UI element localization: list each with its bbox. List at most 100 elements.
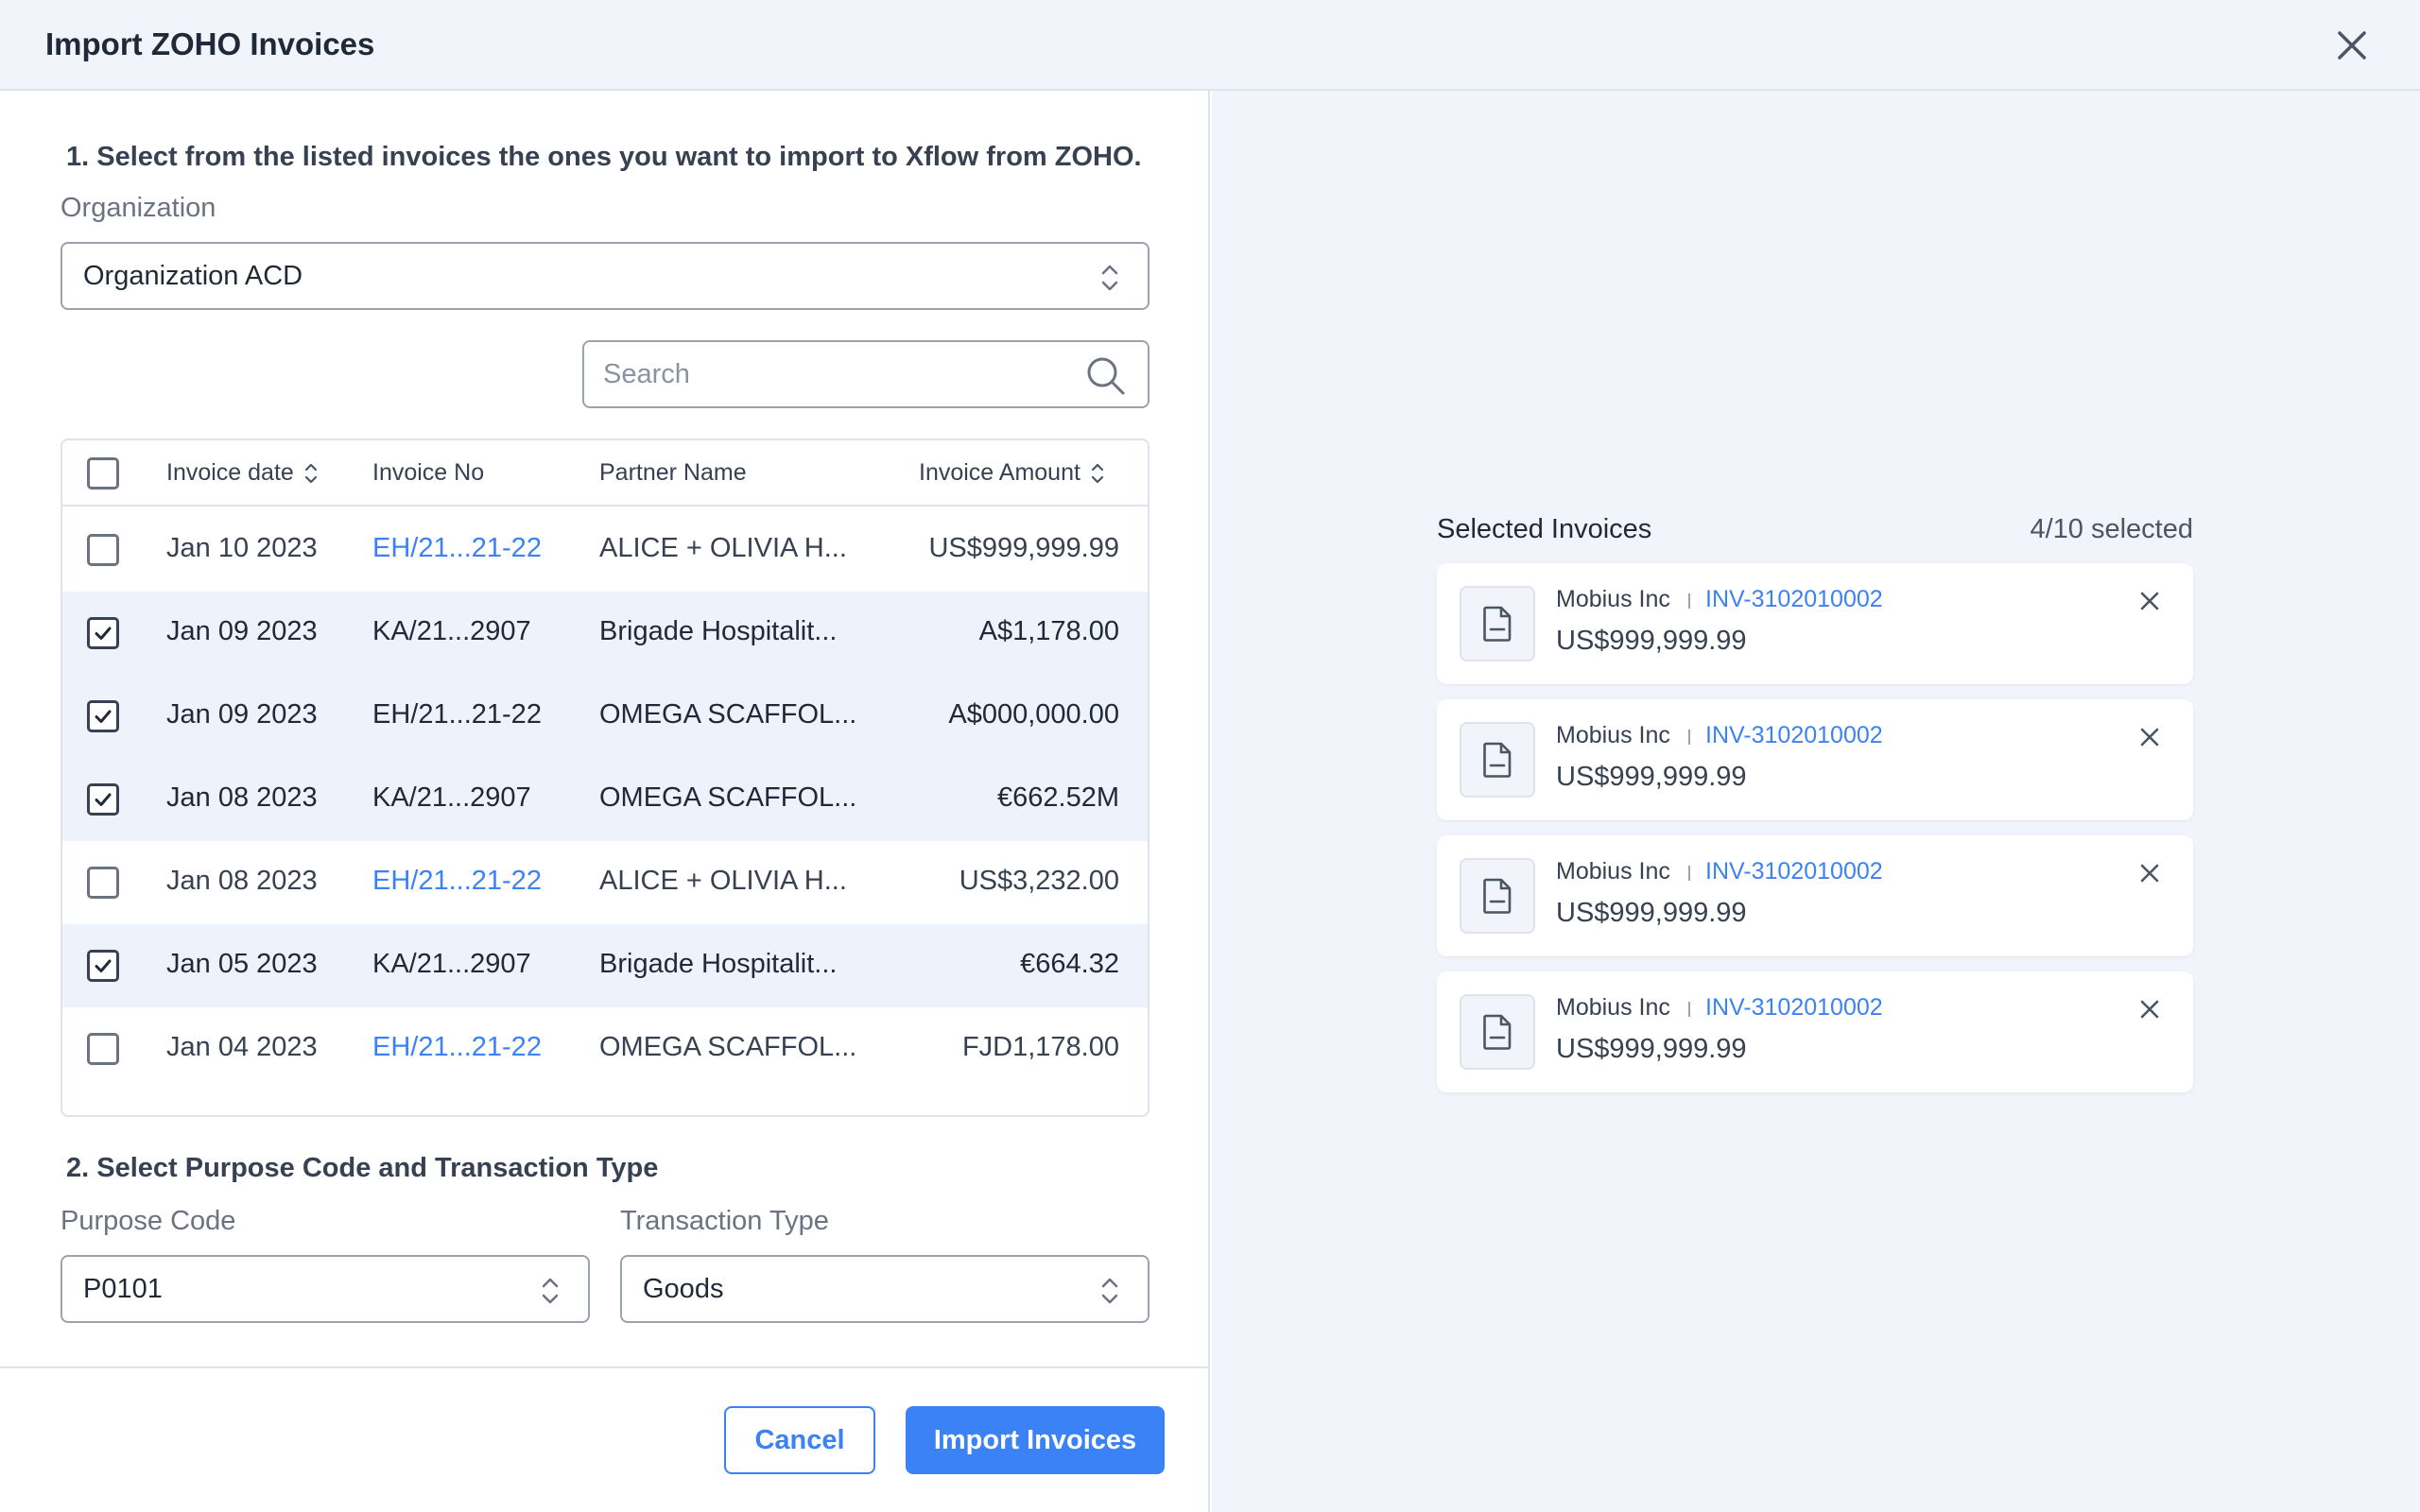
partner-name: ALICE + OLIVIA H...	[599, 533, 847, 563]
document-icon	[1483, 606, 1512, 642]
table-row[interactable]: Jan 08 2023 KA/21...2907 OMEGA SCAFFOL..…	[62, 758, 1148, 841]
selected-partner-name: Mobius Inc	[1556, 722, 1670, 748]
modal-title: Import ZOHO Invoices	[45, 26, 375, 61]
modal-header: Import ZOHO Invoices	[0, 0, 2420, 91]
selected-count: 4/10 selected	[2030, 514, 2193, 544]
selected-invoice-card: Mobius Inc INV-3102010002 US$999,999.99	[1437, 971, 2193, 1092]
selected-invoices-title: Selected Invoices	[1437, 514, 1652, 544]
transaction-type-select[interactable]: Goods	[620, 1255, 1150, 1323]
organization-value: Organization ACD	[83, 260, 303, 291]
invoice-date: Jan 09 2023	[166, 699, 318, 730]
row-checkbox[interactable]	[87, 534, 119, 566]
selected-partner-name: Mobius Inc	[1556, 586, 1670, 612]
transaction-type-value: Goods	[643, 1273, 724, 1304]
invoice-number-link[interactable]: EH/21...21-22	[372, 699, 542, 730]
invoice-amount: A$000,000.00	[948, 699, 1119, 730]
selected-invoice-number-link[interactable]: INV-3102010002	[1705, 858, 1883, 885]
column-partner-name-label: Partner Name	[599, 459, 747, 486]
selected-invoice-number-link[interactable]: INV-3102010002	[1705, 586, 1883, 613]
document-icon	[1483, 742, 1512, 778]
selected-invoice-number-link[interactable]: INV-3102010002	[1705, 722, 1883, 749]
close-modal-button[interactable]	[2329, 23, 2375, 68]
selected-invoice-amount: US$999,999.99	[1556, 898, 1747, 928]
invoice-icon-box	[1460, 722, 1535, 798]
remove-invoice-button[interactable]	[2133, 992, 2167, 1026]
select-all-checkbox[interactable]	[87, 457, 119, 490]
invoice-number-link[interactable]: KA/21...2907	[372, 616, 531, 647]
partner-name: Brigade Hospitalit...	[599, 949, 838, 979]
chevron-up-down-icon	[1101, 1278, 1118, 1304]
invoice-selection-panel: 1. Select from the listed invoices the o…	[0, 91, 1210, 1512]
column-invoice-date-label: Invoice date	[166, 459, 294, 486]
invoice-date: Jan 09 2023	[166, 616, 318, 646]
chevron-up-down-icon	[1101, 265, 1118, 291]
selected-partner-name: Mobius Inc	[1556, 858, 1670, 885]
table-row[interactable]: Jan 04 2023 EH/21...21-22 OMEGA SCAFFOL.…	[62, 1007, 1148, 1091]
search-box	[582, 340, 1150, 408]
invoice-date: Jan 10 2023	[166, 533, 318, 563]
table-header: Invoice date Invoice No Partner Name Inv…	[62, 440, 1148, 507]
separator	[1688, 730, 1690, 745]
selected-invoice-number-link[interactable]: INV-3102010002	[1705, 994, 1883, 1022]
remove-invoice-button[interactable]	[2133, 856, 2167, 890]
close-icon	[2338, 31, 2366, 60]
step-1-title: 1. Select from the listed invoices the o…	[66, 142, 1142, 172]
invoice-amount: US$999,999.99	[928, 533, 1119, 563]
close-icon	[2140, 592, 2159, 610]
separator	[1688, 866, 1690, 881]
partner-name: OMEGA SCAFFOL...	[599, 782, 857, 813]
document-icon	[1483, 878, 1512, 914]
partner-name: OMEGA SCAFFOL...	[599, 699, 857, 730]
purpose-code-value: P0101	[83, 1273, 163, 1304]
organization-select[interactable]: Organization ACD	[60, 242, 1150, 310]
row-checkbox-checked[interactable]	[87, 950, 119, 982]
selected-invoice-amount: US$999,999.99	[1556, 1034, 1747, 1064]
invoice-number-link[interactable]: EH/21...21-22	[372, 866, 542, 897]
row-checkbox-checked[interactable]	[87, 783, 119, 816]
sort-icon	[1091, 463, 1104, 483]
column-partner-name: Partner Name	[599, 459, 747, 487]
checkmark-icon	[95, 959, 112, 972]
close-icon	[2140, 728, 2159, 747]
checkmark-icon	[95, 710, 112, 723]
purpose-code-select[interactable]: P0101	[60, 1255, 590, 1323]
invoice-amount: FJD1,178.00	[961, 1032, 1119, 1062]
row-checkbox[interactable]	[87, 867, 119, 899]
column-invoice-date[interactable]: Invoice date	[166, 459, 319, 487]
selected-invoice-amount: US$999,999.99	[1556, 626, 1747, 656]
invoice-date: Jan 08 2023	[166, 782, 318, 813]
invoice-number-link[interactable]: EH/21...21-22	[372, 1032, 542, 1063]
separator	[1688, 593, 1690, 609]
search-input[interactable]	[603, 355, 1057, 393]
invoice-number-link[interactable]: EH/21...21-22	[372, 533, 542, 564]
row-checkbox-checked[interactable]	[87, 617, 119, 649]
cancel-button[interactable]: Cancel	[724, 1406, 875, 1474]
invoice-amount: A$1,178.00	[978, 616, 1119, 646]
column-invoice-amount[interactable]: Invoice Amount	[919, 459, 1105, 487]
invoice-date: Jan 08 2023	[166, 866, 318, 896]
selected-invoice-card: Mobius Inc INV-3102010002 US$999,999.99	[1437, 563, 2193, 684]
selected-invoice-amount: US$999,999.99	[1556, 762, 1747, 792]
table-row[interactable]: Jan 09 2023 KA/21...2907 Brigade Hospita…	[62, 592, 1148, 675]
table-row[interactable]: Jan 10 2023 EH/21...21-22 ALICE + OLIVIA…	[62, 508, 1148, 592]
table-row[interactable]: Jan 08 2023 EH/21...21-22 ALICE + OLIVIA…	[62, 841, 1148, 924]
row-checkbox[interactable]	[87, 1033, 119, 1065]
invoice-date: Jan 05 2023	[166, 949, 318, 979]
separator	[1688, 1002, 1690, 1017]
row-checkbox-checked[interactable]	[87, 700, 119, 732]
organization-label: Organization	[60, 193, 216, 223]
table-row[interactable]: Jan 05 2023 KA/21...2907 Brigade Hospita…	[62, 924, 1148, 1007]
invoice-number-link[interactable]: KA/21...2907	[372, 949, 531, 980]
search-icon[interactable]	[1085, 355, 1127, 397]
invoice-number-link[interactable]: KA/21...2907	[372, 782, 531, 814]
table-row[interactable]: Jan 09 2023 EH/21...21-22 OMEGA SCAFFOL.…	[62, 675, 1148, 758]
transaction-type-label: Transaction Type	[620, 1206, 829, 1236]
close-icon	[2140, 1000, 2159, 1019]
import-invoices-button[interactable]: Import Invoices	[906, 1406, 1165, 1474]
document-icon	[1483, 1014, 1512, 1050]
remove-invoice-button[interactable]	[2133, 720, 2167, 754]
partner-name: ALICE + OLIVIA H...	[599, 866, 847, 896]
remove-invoice-button[interactable]	[2133, 584, 2167, 618]
column-invoice-no: Invoice No	[372, 459, 484, 487]
invoice-table: Invoice date Invoice No Partner Name Inv…	[60, 438, 1150, 1117]
